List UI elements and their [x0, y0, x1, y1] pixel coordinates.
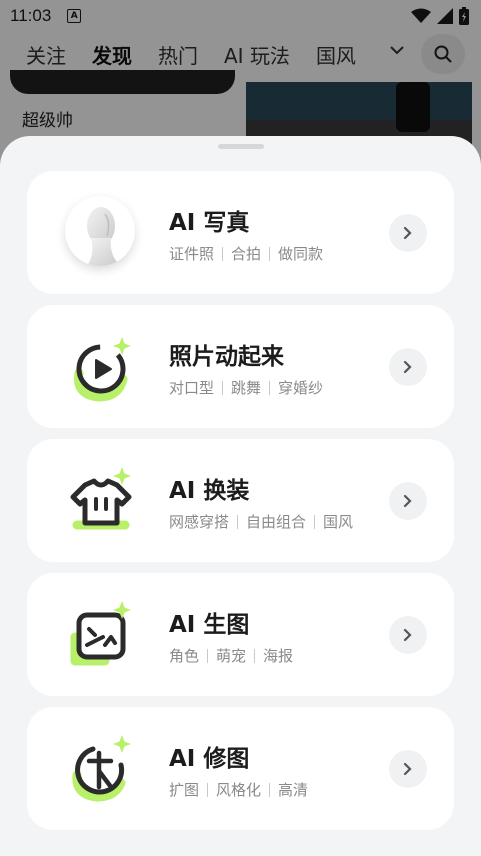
- tag-divider: [314, 514, 316, 529]
- item-title: AI 修图: [169, 746, 250, 772]
- item-tag: 萌宠: [216, 647, 247, 665]
- image-edit-icon: [72, 735, 131, 802]
- item-tags: 网感穿搭 自由组合 国风: [169, 511, 353, 532]
- item-title: AI 写真: [169, 210, 250, 236]
- item-tag: 证件照: [169, 245, 215, 263]
- tag-divider: [222, 246, 224, 261]
- item-tag: 风格化: [216, 781, 262, 799]
- item-tag: 扩图: [169, 781, 200, 799]
- chevron-right-icon: [403, 762, 412, 776]
- item-tag: 做同款: [278, 245, 324, 263]
- chevron-right-button[interactable]: [389, 348, 427, 386]
- chevron-right-button[interactable]: [389, 616, 427, 654]
- sheet-grabber[interactable]: [218, 144, 264, 149]
- chevron-right-button[interactable]: [389, 482, 427, 520]
- item-tag: 高清: [278, 781, 309, 799]
- item-tag: 对口型: [169, 379, 215, 397]
- tag-divider: [254, 648, 256, 663]
- chevron-right-icon: [403, 494, 412, 508]
- tag-divider: [269, 782, 271, 797]
- tag-divider: [269, 380, 271, 395]
- item-tag: 国风: [323, 513, 354, 531]
- tag-divider: [237, 514, 239, 529]
- item-title: 照片动起来: [169, 344, 284, 370]
- ai-portrait-item[interactable]: AI 写真 证件照 合拍 做同款: [27, 171, 454, 294]
- photo-animate-item[interactable]: 照片动起来 对口型 跳舞 穿婚纱: [27, 305, 454, 428]
- play-circle-icon: [73, 337, 131, 402]
- chevron-right-icon: [403, 628, 412, 642]
- chevron-right-icon: [403, 226, 412, 240]
- tag-divider: [269, 246, 271, 261]
- chevron-right-button[interactable]: [389, 750, 427, 788]
- tag-divider: [207, 648, 209, 663]
- portrait-mannequin-icon: [65, 196, 135, 266]
- ai-tools-bottom-sheet: AI 写真 证件照 合拍 做同款 照片动起来 对口型 跳舞 穿婚纱 AI 换装 …: [0, 136, 481, 856]
- chevron-right-button[interactable]: [389, 214, 427, 252]
- item-tag: 网感穿搭: [169, 513, 230, 531]
- item-title: AI 生图: [169, 612, 250, 638]
- tshirt-icon: [70, 467, 132, 530]
- item-tag: 合拍: [231, 245, 262, 263]
- item-tags: 角色 萌宠 海报: [169, 645, 293, 666]
- ai-outfit-item[interactable]: AI 换装 网感穿搭 自由组合 国风: [27, 439, 454, 562]
- chevron-right-icon: [403, 360, 412, 374]
- ai-image-edit-item[interactable]: AI 修图 扩图 风格化 高清: [27, 707, 454, 830]
- item-tags: 扩图 风格化 高清: [169, 779, 308, 800]
- image-generate-icon: [70, 601, 131, 666]
- item-tag: 海报: [263, 647, 294, 665]
- ai-image-generate-item[interactable]: AI 生图 角色 萌宠 海报: [27, 573, 454, 696]
- item-tag: 跳舞: [231, 379, 262, 397]
- item-tag: 角色: [169, 647, 200, 665]
- item-tags: 证件照 合拍 做同款: [169, 243, 323, 264]
- item-tags: 对口型 跳舞 穿婚纱: [169, 377, 323, 398]
- tag-divider: [222, 380, 224, 395]
- item-tag: 自由组合: [246, 513, 307, 531]
- item-tag: 穿婚纱: [278, 379, 324, 397]
- item-title: AI 换装: [169, 478, 250, 504]
- tag-divider: [207, 782, 209, 797]
